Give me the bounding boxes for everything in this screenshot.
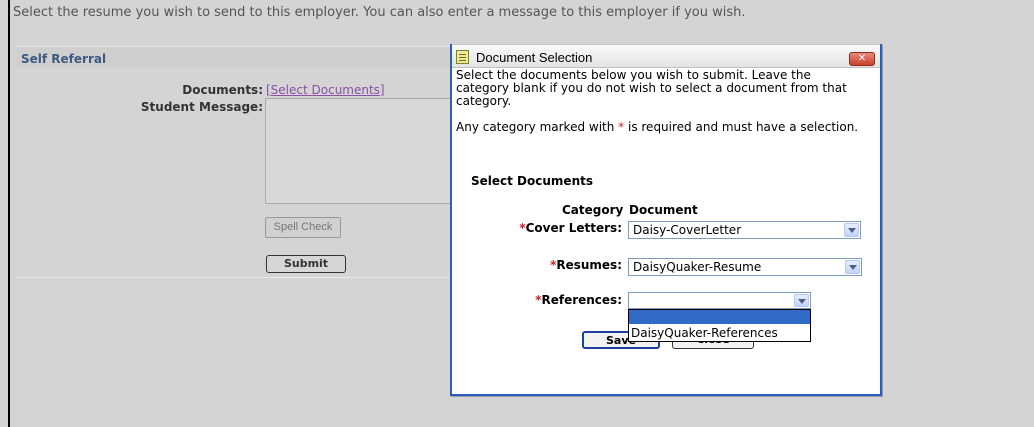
document-list-icon: [456, 50, 469, 64]
dialog-titlebar[interactable]: Document Selection ✕: [452, 44, 880, 68]
close-icon[interactable]: ✕: [849, 52, 875, 66]
select-documents-link[interactable]: [Select Documents]: [266, 83, 385, 97]
section-divider: [16, 277, 476, 278]
dialog-body: Select the documents below you wish to s…: [456, 69, 860, 134]
spell-check-button[interactable]: Spell Check: [265, 217, 341, 238]
category-references-label: *References:: [535, 293, 622, 307]
category-cover-letters-label: *Cover Letters:: [519, 221, 622, 235]
student-message-textarea[interactable]: [265, 98, 465, 204]
section-header-self-referral: Self Referral: [16, 46, 476, 68]
dropdown-option-daisyquaker-references[interactable]: DaisyQuaker-References: [631, 326, 778, 340]
cover-letters-select[interactable]: Daisy-CoverLetter: [628, 221, 861, 239]
intro-text: Select the resume you wish to send to th…: [13, 5, 746, 20]
references-dropdown-list: DaisyQuaker-References: [628, 309, 811, 342]
dropdown-option-blank[interactable]: [629, 310, 810, 324]
column-header-category: Category: [562, 203, 624, 217]
dialog-title: Document Selection: [476, 50, 593, 65]
document-selection-dialog: Document Selection ✕ Select the document…: [450, 44, 882, 396]
references-select[interactable]: [628, 292, 811, 309]
column-header-document: Document: [629, 203, 698, 217]
student-message-label: Student Message:: [140, 100, 263, 114]
chevron-down-icon[interactable]: [845, 260, 860, 274]
dialog-required-note: Any category marked with * is required a…: [456, 120, 859, 134]
documents-label: Documents:: [182, 83, 263, 97]
chevron-down-icon[interactable]: [844, 223, 859, 237]
dialog-instructions: Select the documents below you wish to s…: [456, 68, 847, 108]
resumes-select[interactable]: DaisyQuaker-Resume: [628, 258, 862, 276]
category-resumes-label: *Resumes:: [550, 258, 622, 272]
select-documents-heading: Select Documents: [471, 174, 593, 188]
submit-button[interactable]: Submit: [266, 255, 346, 273]
chevron-down-icon[interactable]: [794, 294, 809, 307]
